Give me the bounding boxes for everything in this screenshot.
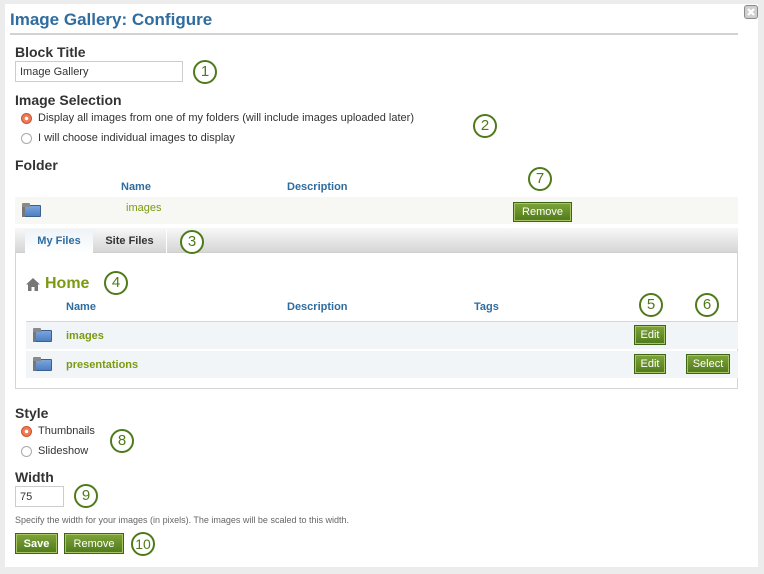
edit-button[interactable]: Edit [634, 325, 666, 345]
radio-slideshow[interactable]: Slideshow [21, 445, 88, 457]
remove-button[interactable]: Remove [64, 533, 124, 554]
callout-4: 4 [104, 271, 128, 295]
radio-thumbnails[interactable]: Thumbnails [21, 425, 95, 437]
callout-3: 3 [180, 230, 204, 254]
image-selection-label: Image Selection [15, 92, 122, 108]
callout-1: 1 [193, 60, 217, 84]
radio-button[interactable] [21, 445, 32, 457]
width-label: Width [15, 469, 54, 485]
save-button[interactable]: Save [15, 533, 58, 554]
radio-button[interactable] [21, 132, 32, 144]
style-label: Style [15, 405, 49, 421]
selected-folder-name[interactable]: images [126, 202, 161, 214]
folder-col-name: Name [121, 181, 151, 193]
callout-5: 5 [639, 293, 663, 317]
home-breadcrumb[interactable]: Home [26, 275, 89, 293]
browser-col-tags: Tags [474, 301, 499, 313]
home-label: Home [45, 275, 90, 292]
callout-8: 8 [110, 429, 134, 453]
callout-6: 6 [695, 293, 719, 317]
tab-site-files[interactable]: Site Files [93, 229, 167, 254]
radio-label: Thumbnails [38, 425, 95, 437]
radio-all-images[interactable]: Display all images from one of my folder… [21, 112, 414, 124]
block-title-label: Block Title [15, 44, 86, 60]
title-divider [10, 33, 738, 35]
home-icon [26, 277, 40, 291]
folder-col-description: Description [287, 181, 348, 193]
selected-folder-row [15, 197, 738, 224]
close-icon[interactable] [744, 5, 758, 19]
browser-col-name: Name [66, 301, 96, 313]
dialog-title: Image Gallery: Configure [10, 10, 213, 29]
radio-button-selected[interactable] [21, 112, 32, 124]
select-button[interactable]: Select [686, 354, 730, 374]
table-row [26, 322, 738, 349]
browser-col-description: Description [287, 301, 348, 313]
edit-button[interactable]: Edit [634, 354, 666, 374]
radio-label: Slideshow [38, 445, 89, 457]
tab-my-files[interactable]: My Files [25, 229, 93, 254]
folder-icon [33, 328, 52, 342]
width-input[interactable] [15, 486, 64, 507]
remove-folder-button[interactable]: Remove [513, 202, 572, 222]
callout-7: 7 [528, 167, 552, 191]
folder-name-link[interactable]: presentations [66, 359, 138, 371]
radio-button-selected[interactable] [21, 425, 32, 437]
folder-icon [22, 203, 41, 217]
block-title-input[interactable] [15, 61, 183, 82]
width-help-text: Specify the width for your images (in pi… [15, 515, 349, 525]
callout-9: 9 [74, 484, 98, 508]
folder-label: Folder [15, 157, 58, 173]
radio-label: I will choose individual images to displ… [38, 132, 235, 144]
radio-individual-images[interactable]: I will choose individual images to displ… [21, 132, 235, 144]
folder-icon [33, 357, 52, 371]
callout-10: 10 [131, 532, 155, 556]
radio-label: Display all images from one of my folder… [38, 112, 414, 124]
folder-name-link[interactable]: images [66, 330, 104, 342]
callout-2: 2 [473, 114, 497, 138]
